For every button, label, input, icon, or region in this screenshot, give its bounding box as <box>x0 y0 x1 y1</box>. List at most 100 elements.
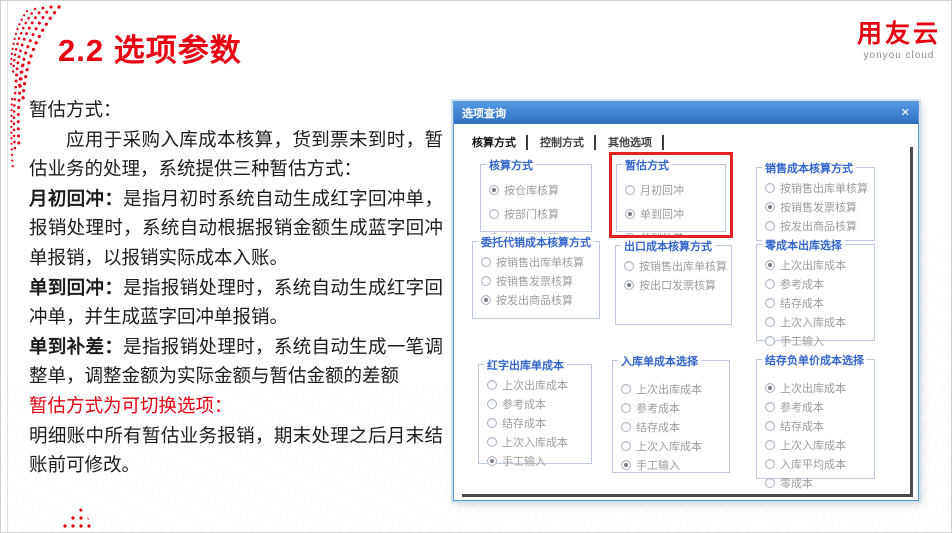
radio-icon[interactable] <box>621 384 631 394</box>
radio-option[interactable]: 结存成本 <box>621 419 726 435</box>
radio-label: 单到回冲 <box>640 206 684 222</box>
radio-icon[interactable] <box>765 421 775 431</box>
radio-option[interactable]: 零成本 <box>765 475 871 491</box>
radio-label: 按出口发票核算 <box>639 277 716 293</box>
radio-icon[interactable] <box>765 202 775 212</box>
radio-option[interactable]: 参考成本 <box>621 400 726 416</box>
radio-option[interactable]: 上次出库成本 <box>765 257 871 273</box>
tab-control-method[interactable]: 控制方式 <box>538 132 590 152</box>
radio-option[interactable]: 月初回冲 <box>625 182 722 198</box>
radio-icon[interactable] <box>765 260 775 270</box>
radio-option[interactable]: 入库平均成本 <box>765 456 871 472</box>
radio-icon[interactable] <box>765 383 775 393</box>
dialog-titlebar[interactable]: 选项查询 ✕ <box>454 102 918 124</box>
page-title: 2.2 选项参数 <box>58 25 242 70</box>
dialog-tabs: 核算方式 控制方式 其他选项 <box>470 132 674 152</box>
radio-option[interactable]: 手工输入 <box>765 333 871 349</box>
dotted-corner-decoration <box>53 506 101 533</box>
close-icon[interactable]: ✕ <box>901 108 910 119</box>
body-paragraph: 暂估方式： <box>29 95 443 125</box>
radio-icon[interactable] <box>487 380 497 390</box>
radio-icon[interactable] <box>765 459 775 469</box>
radio-option[interactable]: 参考成本 <box>765 276 871 292</box>
radio-label: 手工输入 <box>502 453 546 469</box>
radio-option[interactable]: 按仓库核算 <box>489 182 588 198</box>
radio-icon[interactable] <box>481 257 491 267</box>
radio-icon[interactable] <box>765 478 775 488</box>
radio-icon[interactable] <box>765 402 775 412</box>
radio-option[interactable]: 按销售发票核算 <box>481 273 596 289</box>
group-export-cost-method: 出口成本核算方式 按销售出库单核算按出口发票核算 <box>615 245 732 325</box>
radio-label: 按销售发票核算 <box>496 273 573 289</box>
yonyou-cloud-logo: 用友云 yonyou cloud <box>857 21 941 61</box>
tab-separator <box>594 135 596 150</box>
radio-option[interactable]: 按出口发票核算 <box>624 277 728 293</box>
radio-icon[interactable] <box>487 418 497 428</box>
radio-icon[interactable] <box>765 336 775 346</box>
radio-icon[interactable] <box>621 460 631 470</box>
radio-icon[interactable] <box>625 185 635 195</box>
radio-label: 按发出商品核算 <box>780 218 857 234</box>
radio-option[interactable]: 结存成本 <box>487 415 588 431</box>
radio-option[interactable]: 上次出库成本 <box>487 377 588 393</box>
radio-icon[interactable] <box>624 280 634 290</box>
radio-label: 按销售发票核算 <box>780 199 857 215</box>
radio-label: 参考成本 <box>780 276 824 292</box>
tab-other-options[interactable]: 其他选项 <box>606 132 658 152</box>
radio-icon[interactable] <box>765 279 775 289</box>
radio-option[interactable]: 按销售出库单核算 <box>624 258 728 274</box>
radio-option[interactable]: 上次出库成本 <box>621 381 726 397</box>
radio-icon[interactable] <box>481 295 491 305</box>
radio-option[interactable]: 按销售发票核算 <box>765 199 871 215</box>
scrollbar-horizontal[interactable] <box>462 494 913 497</box>
radio-option[interactable]: 上次入库成本 <box>621 438 726 454</box>
radio-label: 月初回冲 <box>640 182 684 198</box>
body-paragraph: 应用于采购入库成本核算，货到票未到时，暂估业务的处理，系统提供三种暂估方式： <box>29 125 443 184</box>
radio-option[interactable]: 上次入库成本 <box>765 437 871 453</box>
radio-label: 按部门核算 <box>504 206 559 222</box>
radio-icon[interactable] <box>624 261 634 271</box>
radio-option[interactable]: 手工输入 <box>487 453 588 469</box>
radio-option[interactable]: 结存成本 <box>765 295 871 311</box>
radio-icon[interactable] <box>625 209 635 219</box>
radio-option[interactable]: 手工输入 <box>621 457 726 473</box>
group-accounting-method: 核算方式 按仓库核算按部门核算按存货核算 <box>480 164 592 232</box>
radio-option[interactable]: 按销售出库单核算 <box>481 254 596 270</box>
radio-option[interactable]: 参考成本 <box>487 396 588 412</box>
radio-option[interactable]: 按部门核算 <box>489 206 588 222</box>
scrollbar-vertical[interactable] <box>910 147 913 497</box>
radio-option[interactable]: 上次入库成本 <box>765 314 871 330</box>
radio-label: 结存成本 <box>780 295 824 311</box>
dialog-title: 选项查询 <box>462 105 506 121</box>
radio-option[interactable]: 按发出商品核算 <box>765 218 871 234</box>
radio-icon[interactable] <box>621 422 631 432</box>
radio-option[interactable]: 按发出商品核算 <box>481 292 596 308</box>
radio-label: 上次出库成本 <box>780 257 846 273</box>
radio-icon[interactable] <box>481 276 491 286</box>
radio-icon[interactable] <box>487 399 497 409</box>
radio-option[interactable]: 按销售出库单核算 <box>765 180 871 196</box>
radio-label: 结存成本 <box>636 419 680 435</box>
radio-icon[interactable] <box>487 437 497 447</box>
radio-label: 参考成本 <box>636 400 680 416</box>
radio-label: 上次入库成本 <box>636 438 702 454</box>
radio-option[interactable]: 上次出库成本 <box>765 380 871 396</box>
radio-icon[interactable] <box>765 440 775 450</box>
radio-icon[interactable] <box>489 209 499 219</box>
radio-option[interactable]: 单到回冲 <box>625 206 722 222</box>
group-inbound-cost-select: 入库单成本选择 上次出库成本参考成本结存成本上次入库成本手工输入 <box>612 360 730 473</box>
radio-icon[interactable] <box>487 456 497 466</box>
radio-icon[interactable] <box>765 183 775 193</box>
tab-accounting-method[interactable]: 核算方式 <box>470 132 522 152</box>
radio-option[interactable]: 结存成本 <box>765 418 871 434</box>
radio-icon[interactable] <box>765 298 775 308</box>
tab-separator <box>662 135 664 150</box>
radio-option[interactable]: 上次入库成本 <box>487 434 588 450</box>
radio-option[interactable]: 参考成本 <box>765 399 871 415</box>
tab-separator <box>526 135 528 150</box>
radio-icon[interactable] <box>765 221 775 231</box>
radio-icon[interactable] <box>621 441 631 451</box>
radio-icon[interactable] <box>621 403 631 413</box>
radio-icon[interactable] <box>765 317 775 327</box>
radio-icon[interactable] <box>489 185 499 195</box>
